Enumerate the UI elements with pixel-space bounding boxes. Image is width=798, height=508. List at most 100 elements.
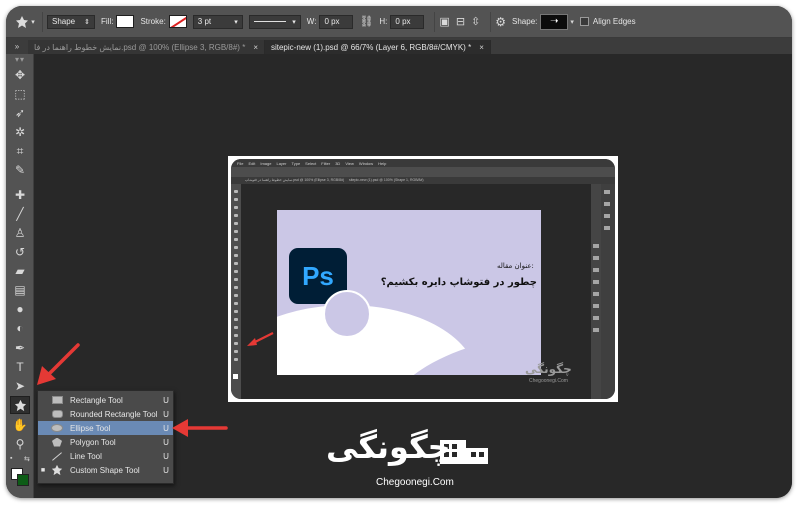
panel-icon [593, 268, 599, 272]
flyout-item-custom-shape[interactable]: ■ Custom Shape Tool U [38, 463, 173, 477]
panel-icon [604, 190, 610, 194]
height-value: 0 px [395, 17, 411, 26]
dodge-icon[interactable]: ◐ [10, 319, 30, 337]
watermark-text: چگونگی [326, 428, 451, 466]
align-edges-label: Align Edges [592, 17, 636, 26]
path-operations-icon[interactable]: ▣ [439, 15, 449, 28]
flyout-item-rectangle[interactable]: Rectangle Tool U [38, 393, 173, 407]
marquee-icon[interactable]: ⬚ [10, 85, 30, 103]
tool-dot [234, 334, 238, 337]
mode-select[interactable]: Shape ⇕ [47, 14, 95, 29]
healing-brush-icon[interactable]: ✚ [10, 186, 30, 204]
chevron-down-icon[interactable]: ▾ [570, 18, 574, 26]
menu-item: 3D [335, 160, 341, 166]
shortcut-key: U [163, 395, 169, 405]
stroke-swatch[interactable] [168, 15, 187, 28]
default-colors-icon[interactable]: ▪ [10, 455, 12, 462]
width-field[interactable]: 0 px [319, 14, 354, 29]
menu-item: Layer [276, 160, 287, 166]
tool-dot [234, 262, 238, 265]
embedded-brand-url: Chegoonegi.Com [529, 378, 568, 384]
menu-item: Edit [248, 160, 256, 166]
link-icon[interactable]: ⛓ [359, 15, 373, 28]
path-arrangement-icon[interactable]: ⇳ [471, 15, 480, 28]
embedded-photoshop: File Edit Image Layer Type Select Filter… [231, 159, 615, 399]
zoom-icon[interactable]: ⚲ [10, 435, 30, 453]
custom-shape-tool[interactable] [10, 396, 30, 414]
magic-wand-icon[interactable]: ✲ [10, 123, 30, 141]
shortcut-key: U [163, 423, 169, 433]
gear-icon[interactable]: ⚙ [495, 15, 506, 29]
panel-icon [604, 226, 610, 230]
width-value: 0 px [324, 17, 340, 26]
menu-item: Filter [321, 160, 331, 166]
fill-swatch[interactable] [116, 15, 135, 28]
flyout-item-label: Custom Shape Tool [70, 465, 140, 475]
height-label: H: [379, 17, 388, 26]
tab-overflow-button[interactable]: » [6, 38, 28, 54]
shape-tools-flyout: Rectangle Tool U Rounded Rectangle Tool … [37, 390, 174, 484]
lasso-icon[interactable]: ➶ [10, 104, 30, 122]
close-icon[interactable]: × [479, 43, 484, 52]
tool-dot [234, 206, 238, 209]
crop-icon[interactable]: ⌗ [10, 142, 30, 160]
stamp-icon[interactable]: ♙ [10, 224, 30, 242]
ps-logo-text: Ps [302, 260, 334, 291]
stroke-style-select[interactable]: ▾ [248, 14, 301, 29]
gradient-icon[interactable]: ▤ [10, 281, 30, 299]
tool-dot [234, 286, 238, 289]
tool-dot [234, 350, 238, 353]
brush-icon[interactable]: ╱ [10, 205, 30, 223]
flyout-item-label: Rectangle Tool [70, 395, 123, 405]
custom-shape-icon[interactable]: ▾ [12, 11, 38, 33]
flyout-item-label: Rounded Rectangle Tool [70, 409, 158, 419]
embedded-document: Ps عنوان مقاله: چطور در فتوشاپ دایره بکش… [277, 210, 541, 375]
flyout-item-polygon[interactable]: Polygon Tool U [38, 435, 173, 449]
flyout-item-label: Ellipse Tool [70, 423, 111, 433]
stroke-width-field[interactable]: 3 pt ▾ [192, 14, 243, 29]
panel-icon [593, 244, 599, 248]
panel-icon [593, 292, 599, 296]
fill-label: Fill: [101, 17, 114, 26]
pen-icon[interactable]: ✒ [10, 339, 30, 357]
chevron-updown-icon: ⇕ [84, 18, 90, 26]
polygon-icon [52, 437, 62, 447]
align-edges-checkbox[interactable] [579, 17, 589, 26]
shortcut-key: U [163, 451, 169, 461]
path-alignment-icon[interactable]: ⊟ [456, 15, 465, 28]
embedded-panel-strip [601, 184, 615, 399]
ellipse-icon [51, 424, 63, 432]
swap-colors-icon[interactable]: ⇆ [24, 455, 30, 463]
blur-icon[interactable]: ● [10, 300, 30, 318]
double-chevron-icon: » [14, 41, 20, 51]
eyedropper-icon[interactable]: ✎ [10, 161, 30, 179]
flyout-item-ellipse[interactable]: Ellipse Tool U [38, 421, 173, 435]
eraser-icon[interactable]: ▰ [10, 262, 30, 280]
embedded-brand: چگونگی [525, 362, 572, 376]
menu-item: Help [378, 160, 387, 166]
path-select-icon[interactable]: ➤ [10, 377, 30, 395]
flyout-item-line[interactable]: Line Tool U [38, 449, 173, 463]
move-icon[interactable]: ✥ [10, 66, 30, 84]
custom-shape-icon [14, 399, 26, 411]
tools-panel: ▾▾ ✥ ⬚ ➶ ✲ ⌗ ✎ ✚ ╱ ♙ ↺ ▰ ▤ ● ◐ ✒ T ➤ ✋ ⚲… [6, 54, 34, 498]
history-brush-icon[interactable]: ↺ [10, 243, 30, 261]
tool-dot [234, 270, 238, 273]
shape-picker[interactable]: ➝ [540, 13, 569, 30]
tool-dot [234, 294, 238, 297]
height-field[interactable]: 0 px [390, 14, 425, 29]
doc-label: عنوان مقاله: [497, 262, 534, 270]
embedded-color-swatch [233, 374, 238, 379]
arrow-right-icon: ➝ [550, 16, 559, 27]
close-icon[interactable]: × [253, 43, 258, 52]
panel-grip[interactable]: ▾▾ [6, 54, 34, 64]
document-tab[interactable]: نمایش خطوط راهنما در فا.psd @ 100% (Elli… [28, 40, 265, 54]
document-tab-active[interactable]: sitepic-new (1).psd @ 66/7% (Layer 6, RG… [264, 40, 491, 54]
shortcut-key: U [163, 409, 169, 419]
type-icon[interactable]: T [10, 358, 30, 376]
hand-icon[interactable]: ✋ [10, 416, 30, 434]
shape-label: Shape: [512, 17, 538, 26]
flyout-item-rounded-rectangle[interactable]: Rounded Rectangle Tool U [38, 407, 173, 421]
menu-item: File [237, 160, 244, 166]
background-color-swatch[interactable] [17, 474, 29, 486]
